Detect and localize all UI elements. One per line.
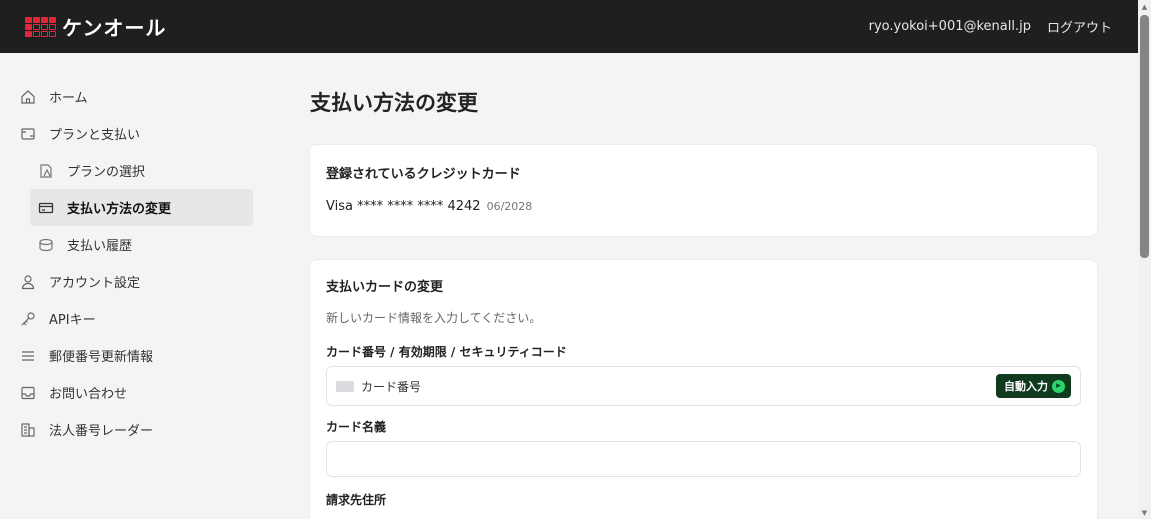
select-plan-icon bbox=[38, 163, 54, 179]
home-icon bbox=[20, 89, 36, 105]
scroll-down-icon[interactable]: ▼ bbox=[1138, 506, 1151, 519]
inbox-icon bbox=[20, 385, 36, 401]
sidebar-item-label: プランの選択 bbox=[67, 165, 146, 180]
sidebar-item-account-settings[interactable]: アカウント設定 bbox=[0, 263, 268, 300]
key-icon bbox=[20, 311, 36, 327]
list-icon bbox=[20, 348, 36, 364]
card-number-placeholder: カード番号 bbox=[361, 379, 422, 394]
card-number: Visa **** **** **** 4242 bbox=[326, 199, 481, 214]
sidebar-item-payment-history[interactable]: 支払い履歴 bbox=[0, 226, 268, 263]
sidebar-item-label: 支払い方法の変更 bbox=[67, 202, 172, 217]
sidebar: ホーム プランと支払い プランの選択 支払い方法の変更 支払い履歴 アカウント設… bbox=[0, 53, 268, 519]
sidebar-item-api-keys[interactable]: APIキー bbox=[0, 300, 268, 337]
sidebar-item-corporate-radar[interactable]: 法人番号レーダー bbox=[0, 411, 268, 448]
user-icon bbox=[20, 274, 36, 290]
main-content: 支払い方法の変更 登録されているクレジットカード Visa **** **** … bbox=[268, 53, 1138, 519]
scroll-up-icon[interactable]: ▲ bbox=[1138, 0, 1151, 13]
sidebar-item-label: アカウント設定 bbox=[49, 276, 141, 291]
sidebar-item-label: プランと支払い bbox=[49, 128, 141, 143]
current-card-heading: 登録されているクレジットカード bbox=[326, 167, 521, 182]
autofill-button[interactable]: 自動入力 ▸ bbox=[996, 374, 1071, 398]
sidebar-item-label: ホーム bbox=[49, 91, 88, 106]
logo-mark-icon bbox=[25, 16, 56, 37]
card-name-label: カード名義 bbox=[326, 420, 387, 434]
sidebar-item-plan-and-payment[interactable]: プランと支払い bbox=[0, 115, 268, 152]
building-icon bbox=[20, 422, 36, 438]
card-name-input[interactable] bbox=[326, 441, 1081, 477]
change-card-hint: 新しいカード情報を入力してください。 bbox=[326, 311, 542, 325]
user-email: ryo.yokoi+001@kenall.jp bbox=[868, 19, 1031, 34]
sidebar-item-label: 郵便番号更新情報 bbox=[49, 350, 154, 365]
sidebar-item-select-plan[interactable]: プランの選択 bbox=[0, 152, 268, 189]
sidebar-item-change-payment[interactable]: 支払い方法の変更 bbox=[30, 189, 253, 226]
credit-card-icon bbox=[336, 380, 354, 392]
vertical-scrollbar[interactable]: ▲ ▼ bbox=[1138, 0, 1151, 519]
change-card-panel: 支払いカードの変更 新しいカード情報を入力してください。 カード番号 / 有効期… bbox=[310, 260, 1097, 519]
scroll-thumb[interactable] bbox=[1140, 15, 1149, 258]
top-bar: ケンオール ryo.yokoi+001@kenall.jp ログアウト bbox=[0, 0, 1138, 53]
plan-icon bbox=[20, 126, 36, 142]
sidebar-item-label: APIキー bbox=[49, 313, 96, 328]
logo-text: ケンオール bbox=[62, 16, 167, 40]
credit-card-icon bbox=[38, 200, 54, 216]
sidebar-item-label: 支払い履歴 bbox=[67, 239, 133, 254]
card-number-input[interactable]: カード番号 自動入力 ▸ bbox=[326, 366, 1081, 406]
current-card-panel: 登録されているクレジットカード Visa **** **** **** 4242… bbox=[310, 145, 1097, 236]
logo[interactable]: ケンオール bbox=[25, 12, 166, 41]
page-title: 支払い方法の変更 bbox=[310, 91, 478, 115]
next-field-label: 請求先住所 bbox=[326, 493, 387, 507]
sidebar-item-postal-updates[interactable]: 郵便番号更新情報 bbox=[0, 337, 268, 374]
card-field-label: カード番号 / 有効期限 / セキュリティコード bbox=[326, 345, 567, 359]
change-card-heading: 支払いカードの変更 bbox=[326, 280, 444, 295]
sidebar-item-home[interactable]: ホーム bbox=[0, 78, 268, 115]
chevron-right-icon: ▸ bbox=[1052, 379, 1065, 393]
sidebar-item-contact[interactable]: お問い合わせ bbox=[0, 374, 268, 411]
history-icon bbox=[38, 237, 54, 253]
sidebar-item-label: 法人番号レーダー bbox=[49, 424, 154, 439]
card-expiry: 06/2028 bbox=[486, 200, 533, 213]
sidebar-item-label: お問い合わせ bbox=[49, 387, 128, 402]
autofill-label: 自動入力 bbox=[1004, 380, 1048, 393]
logout-link[interactable]: ログアウト bbox=[1047, 17, 1112, 36]
